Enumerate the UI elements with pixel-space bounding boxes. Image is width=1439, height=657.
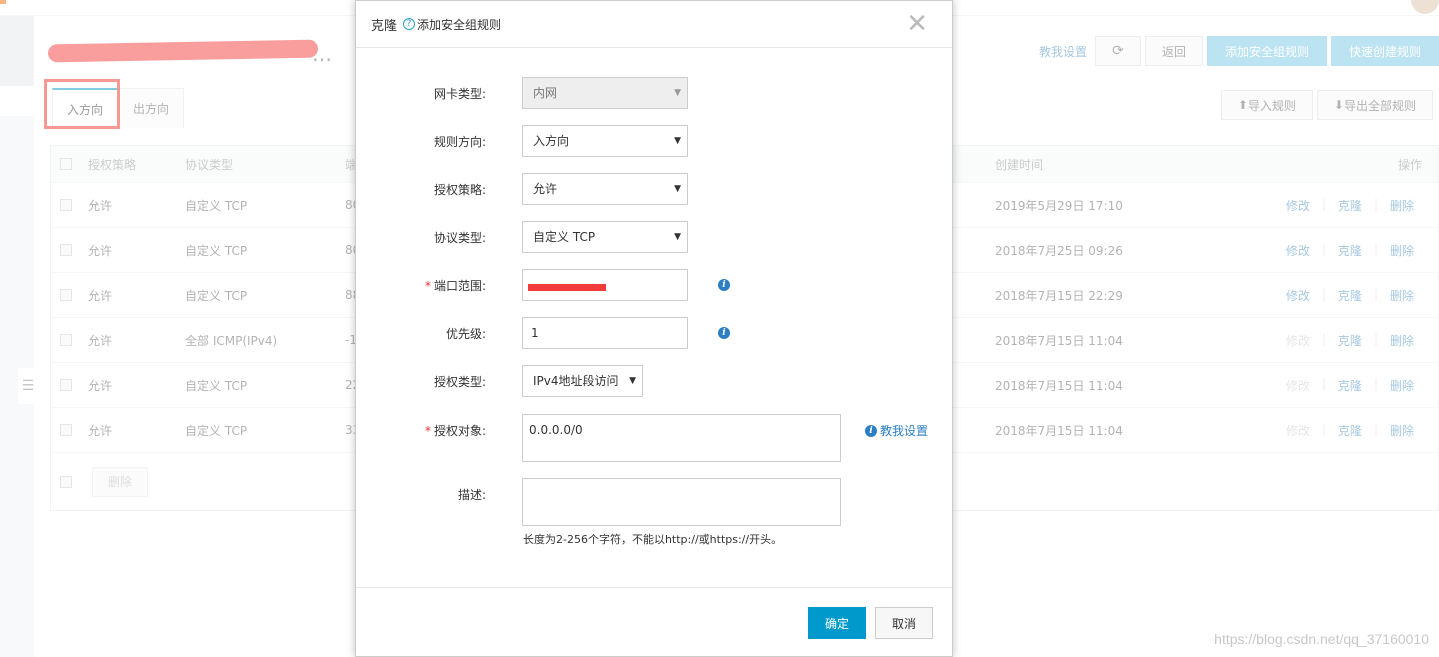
auth-object-textarea[interactable]: 0.0.0.0/0 <box>522 414 841 462</box>
description-label: 描述: <box>457 488 486 502</box>
row-protocol: 协议类型: 自定义 TCP ▼ <box>356 221 688 253</box>
policy-value: 允许 <box>533 182 558 196</box>
help-setup-text: 教我设置 <box>880 424 929 438</box>
nic-type-select: 内网 ▼ <box>522 77 688 109</box>
redaction-mark <box>528 284 606 291</box>
required-mark: * <box>424 278 431 293</box>
row-policy: 授权策略: 允许 ▼ <box>356 173 688 205</box>
row-description: 描述: <box>356 478 841 526</box>
auth-object-label-text: 授权对象: <box>433 424 486 438</box>
dialog-title: 克隆 <box>371 18 398 34</box>
help-setup-link[interactable]: i 教我设置 <box>865 422 928 439</box>
port-range-input[interactable] <box>522 269 688 301</box>
auth-type-label: 授权类型: <box>433 374 486 389</box>
info-icon[interactable]: i <box>718 279 730 291</box>
port-range-label-text: 端口范围: <box>433 278 486 293</box>
policy-select[interactable]: 允许 ▼ <box>522 173 688 205</box>
chevron-down-icon: ▼ <box>674 136 681 146</box>
direction-value: 入方向 <box>533 134 570 148</box>
protocol-value: 自定义 TCP <box>533 230 596 244</box>
row-auth-type: 授权类型: IPv4地址段访问 ▼ <box>356 365 643 397</box>
policy-label: 授权策略: <box>433 182 486 197</box>
row-nic-type: 网卡类型: 内网 ▼ <box>356 77 688 109</box>
row-priority: 优先级: 1 i <box>356 317 730 349</box>
nic-type-label: 网卡类型: <box>433 86 486 101</box>
dialog-subtitle: 添加安全组规则 <box>417 17 502 32</box>
direction-label: 规则方向: <box>433 134 486 149</box>
priority-label: 优先级: <box>445 326 486 341</box>
dialog-header: 克隆 ? 添加安全组规则 ✕ <box>356 1 952 48</box>
protocol-select[interactable]: 自定义 TCP ▼ <box>522 221 688 253</box>
watermark: https://blog.csdn.net/qq_37160010 <box>1214 631 1429 647</box>
chevron-down-icon: ▼ <box>674 88 681 98</box>
direction-select[interactable]: 入方向 ▼ <box>522 125 688 157</box>
nic-type-value: 内网 <box>533 86 558 100</box>
close-icon[interactable]: ✕ <box>906 9 928 39</box>
auth-object-label: * 授权对象: <box>356 422 486 439</box>
confirm-button[interactable]: 确定 <box>808 607 866 639</box>
protocol-label: 协议类型: <box>433 230 486 245</box>
required-mark: * <box>424 424 431 438</box>
info-icon[interactable]: i <box>718 327 730 339</box>
clone-rule-dialog: 克隆 ? 添加安全组规则 ✕ 网卡类型: 内网 ▼ 规则方向: 入方向 ▼ 授权策略… <box>355 0 953 657</box>
auth-type-select[interactable]: IPv4地址段访问 ▼ <box>522 365 643 397</box>
row-direction: 规则方向: 入方向 ▼ <box>356 125 688 157</box>
chevron-down-icon: ▼ <box>674 232 681 242</box>
row-auth-object: * 授权对象: 0.0.0.0/0 i 教我设置 <box>356 414 928 462</box>
row-port-range: * 端口范围: i <box>356 269 730 301</box>
info-icon: i <box>865 424 877 437</box>
auth-type-value: IPv4地址段访问 <box>533 374 619 388</box>
description-hint: 长度为2-256个字符，不能以http://或https://开头。 <box>523 533 783 546</box>
port-range-label: * 端口范围: <box>356 277 486 294</box>
chevron-down-icon: ▼ <box>629 376 636 386</box>
priority-input[interactable]: 1 <box>522 317 688 349</box>
description-textarea[interactable] <box>522 478 841 526</box>
cancel-button[interactable]: 取消 <box>875 607 933 639</box>
rule-form: 网卡类型: 内网 ▼ 规则方向: 入方向 ▼ 授权策略: 允许 ▼ 协议类型: 自定义… <box>356 48 952 586</box>
chevron-down-icon: ▼ <box>674 184 681 194</box>
dialog-footer: 确定 取消 <box>356 587 952 657</box>
help-icon[interactable]: ? <box>403 18 416 30</box>
